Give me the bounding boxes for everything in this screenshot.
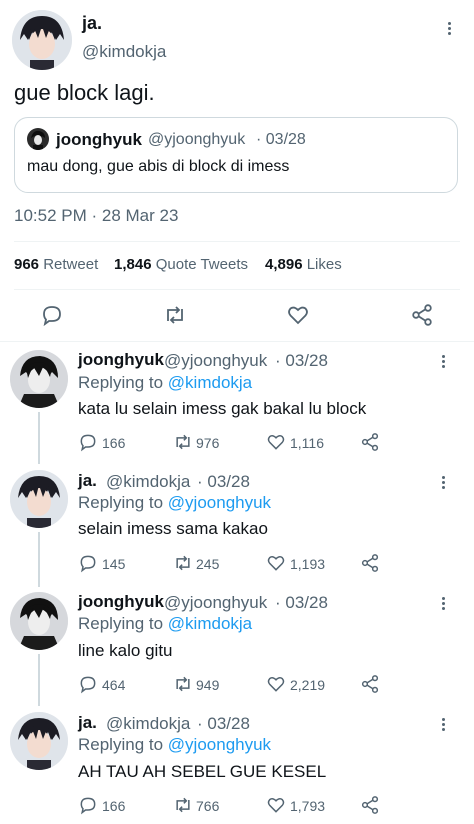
like-count: 1,116 — [290, 435, 324, 451]
quote-avatar — [27, 128, 49, 150]
divider — [14, 241, 460, 242]
more-icon[interactable] — [442, 474, 446, 491]
quote-display-name: joonghyuk — [56, 130, 142, 149]
replying-to: Replying to @yjoonghyuk — [78, 735, 271, 755]
like-icon[interactable] — [286, 303, 310, 327]
quote-count: 1,846 — [114, 256, 152, 273]
retweet-icon[interactable] — [172, 674, 194, 694]
replying-to-label: Replying to — [78, 614, 164, 633]
reply-handle[interactable]: @yjoonghyuk — [164, 351, 267, 371]
replying-to-label: Replying to — [78, 373, 164, 392]
retweet-count: 245 — [196, 556, 220, 572]
avatar-kimdokja — [12, 10, 72, 70]
thread-line — [38, 412, 40, 464]
replying-to-handle[interactable]: @yjoonghyuk — [168, 493, 271, 512]
reply-display-name[interactable]: joonghyuk — [78, 350, 164, 370]
retweet-icon[interactable] — [172, 432, 194, 452]
reply-display-name[interactable]: ja. — [78, 713, 97, 733]
share-icon[interactable] — [360, 553, 380, 573]
like-count: 1,793 — [290, 798, 326, 814]
reply-text: selain imess sama kakao — [78, 519, 268, 538]
replying-to-handle[interactable]: @kimdokja — [168, 373, 252, 392]
like-count: 2,219 — [290, 677, 326, 693]
reply-display-name[interactable]: joonghyuk — [78, 592, 164, 612]
thread-line — [38, 654, 40, 706]
timestamp[interactable]: 10:52 PM · 28 Mar 23 — [14, 206, 178, 226]
share-icon[interactable] — [360, 795, 380, 815]
reply-handle[interactable]: @kimdokja — [106, 472, 190, 492]
like-label: Likes — [306, 256, 342, 273]
reply-icon[interactable] — [40, 303, 64, 327]
like-icon[interactable] — [266, 795, 286, 815]
quote-date: · 03/28 — [256, 131, 306, 148]
reply-count: 145 — [102, 556, 126, 572]
divider — [14, 289, 460, 290]
like-count: 4,896 — [265, 256, 303, 273]
replying-to-handle[interactable]: @kimdokja — [168, 614, 252, 633]
replying-to-handle[interactable]: @yjoonghyuk — [168, 735, 271, 754]
reply-date: · 03/28 — [197, 714, 250, 733]
like-icon[interactable] — [266, 553, 286, 573]
avatar[interactable] — [12, 10, 72, 70]
quote-handle: @yjoonghyuk — [148, 131, 246, 148]
reply-display-name[interactable]: ja. — [78, 471, 97, 491]
reply-date: · 03/28 — [275, 593, 328, 612]
like-stat[interactable]: 4,896 Likes — [265, 256, 342, 273]
avatar[interactable] — [10, 350, 68, 408]
more-icon[interactable] — [442, 595, 446, 612]
like-icon[interactable] — [266, 432, 286, 452]
tweet-text: gue block lagi. — [14, 80, 155, 105]
reply-icon[interactable] — [78, 553, 98, 573]
reply-date: · 03/28 — [275, 351, 328, 370]
reply-handle[interactable]: @yjoonghyuk — [164, 593, 267, 613]
reply-date: · 03/28 — [197, 472, 250, 491]
retweet-count: 976 — [196, 435, 220, 451]
replying-to: Replying to @kimdokja — [78, 373, 252, 393]
replying-to: Replying to @yjoonghyuk — [78, 493, 271, 513]
retweet-icon[interactable] — [162, 303, 188, 327]
share-icon[interactable] — [360, 432, 380, 452]
reply-icon[interactable] — [78, 674, 98, 694]
share-icon[interactable] — [360, 674, 380, 694]
reply-text: line kalo gitu — [78, 641, 173, 660]
display-name[interactable]: ja. — [82, 13, 102, 34]
quote-card[interactable] — [14, 117, 458, 193]
quote-text: mau dong, gue abis di block di imess — [27, 158, 290, 175]
retweet-count: 766 — [196, 798, 220, 814]
replying-to-label: Replying to — [78, 735, 164, 754]
retweet-label: Retweet — [43, 256, 99, 273]
avatar[interactable] — [10, 712, 68, 770]
like-icon[interactable] — [266, 674, 286, 694]
quote-stat[interactable]: 1,846 Quote Tweets — [114, 256, 248, 273]
avatar[interactable] — [10, 592, 68, 650]
reply-icon[interactable] — [78, 795, 98, 815]
avatar[interactable] — [10, 470, 68, 528]
reply-icon[interactable] — [78, 432, 98, 452]
retweet-icon[interactable] — [172, 795, 194, 815]
reply-text: AH TAU AH SEBEL GUE KESEL — [78, 762, 327, 781]
share-icon[interactable] — [410, 303, 434, 327]
more-icon[interactable] — [442, 716, 446, 733]
like-count: 1,193 — [290, 556, 326, 572]
reply-text: kata lu selain imess gak bakal lu block — [78, 399, 367, 418]
handle[interactable]: @kimdokja — [82, 42, 166, 62]
retweet-count: 949 — [196, 677, 220, 693]
thread-line — [38, 532, 40, 587]
replying-to: Replying to @kimdokja — [78, 614, 252, 634]
reply-handle[interactable]: @kimdokja — [106, 714, 190, 734]
replying-to-label: Replying to — [78, 493, 164, 512]
more-icon[interactable] — [448, 20, 452, 37]
reply-count: 464 — [102, 677, 126, 693]
retweet-icon[interactable] — [172, 553, 194, 573]
retweet-count: 966 — [14, 256, 40, 273]
reply-count: 166 — [102, 435, 126, 451]
divider — [0, 341, 474, 342]
quote-label: Quote Tweets — [155, 256, 248, 273]
more-icon[interactable] — [442, 353, 446, 370]
reply-count: 166 — [102, 798, 126, 814]
retweet-stat[interactable]: 966 Retweet — [14, 256, 98, 273]
